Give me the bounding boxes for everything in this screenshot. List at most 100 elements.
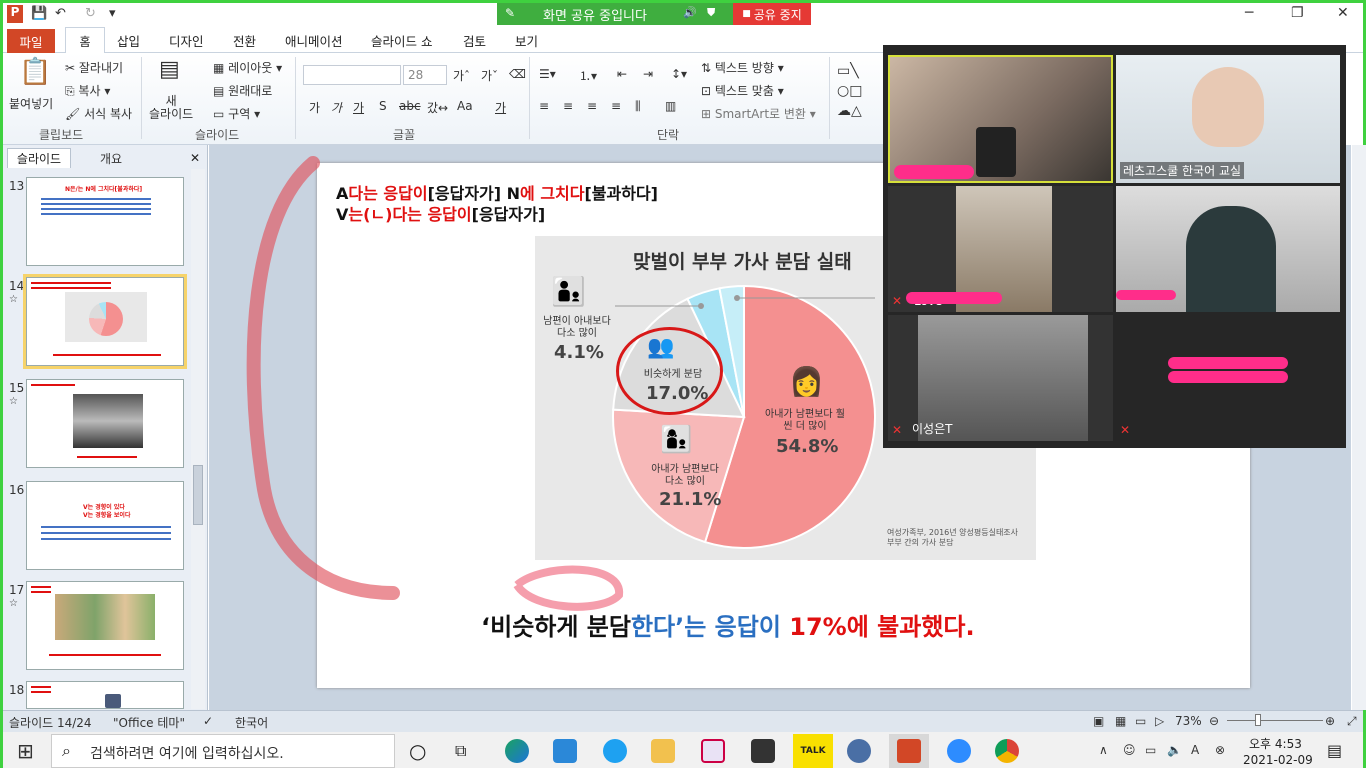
- edge-icon[interactable]: [505, 739, 529, 763]
- clock-date[interactable]: 2021-02-09: [1243, 753, 1313, 767]
- powerpoint-taskbar-button[interactable]: [889, 734, 929, 768]
- cortana-icon[interactable]: ○: [409, 739, 426, 763]
- store-icon[interactable]: [751, 739, 775, 763]
- slide-thumbnail-13[interactable]: N은/는 N에 그치다[불과하다]: [26, 177, 184, 266]
- windows-start-icon[interactable]: ⊞: [17, 739, 34, 763]
- spellcheck-icon[interactable]: ✓: [203, 714, 213, 728]
- zoom-slider[interactable]: [1227, 720, 1323, 721]
- language-indicator[interactable]: 한국어: [235, 714, 268, 731]
- save-icon[interactable]: 💾: [31, 6, 47, 21]
- file-explorer-icon[interactable]: [651, 739, 675, 763]
- justify-icon[interactable]: ≡: [611, 99, 621, 113]
- show-hidden-icons-icon[interactable]: ∧: [1099, 743, 1108, 757]
- shadow-button[interactable]: S: [379, 99, 387, 113]
- network-icon[interactable]: ⊗: [1215, 743, 1225, 757]
- font-color-button[interactable]: 가: [495, 99, 506, 116]
- grow-font-icon[interactable]: 가ˆ: [453, 67, 470, 84]
- layout-button[interactable]: ▦ 레이아웃 ▾: [213, 59, 282, 76]
- mail-icon[interactable]: [553, 739, 577, 763]
- slide-thumbnail-15[interactable]: [26, 379, 184, 468]
- char-spacing-button[interactable]: 갔↔: [427, 99, 448, 116]
- bold-button[interactable]: 가: [309, 99, 320, 116]
- ime-icon[interactable]: A: [1191, 743, 1199, 757]
- text-align-button[interactable]: ⊡ 텍스트 맞춤 ▾: [701, 82, 784, 99]
- section-button[interactable]: ▭ 구역 ▾: [213, 105, 260, 122]
- slide-thumbnail-17[interactable]: [26, 581, 184, 670]
- font-size-field[interactable]: 28: [403, 65, 447, 85]
- align-right-icon[interactable]: ≡: [587, 99, 597, 113]
- paste-icon[interactable]: 📋: [19, 57, 51, 87]
- new-slide-icon[interactable]: ▤: [159, 57, 180, 82]
- italic-button[interactable]: 가: [331, 99, 342, 116]
- change-case-button[interactable]: Aa: [457, 99, 473, 113]
- undo-icon[interactable]: ↶: [55, 6, 66, 21]
- tab-transitions[interactable]: 전환: [233, 31, 256, 50]
- battery-icon[interactable]: ▭: [1145, 743, 1156, 757]
- volume-icon[interactable]: 🔈: [1167, 743, 1182, 757]
- close-panel-icon[interactable]: ✕: [187, 148, 203, 168]
- clear-format-icon[interactable]: ⌫: [509, 67, 526, 81]
- format-painter-button[interactable]: 🖌 서식 복사: [65, 105, 132, 122]
- video-tile-4[interactable]: [1116, 186, 1340, 312]
- slide-thumbnail-18[interactable]: [26, 681, 184, 709]
- stop-share-button[interactable]: ■ 공유 중지: [733, 3, 811, 25]
- tab-design[interactable]: 디자인: [169, 31, 204, 50]
- decrease-indent-icon[interactable]: ⇤: [617, 67, 627, 81]
- customize-quick-access-icon[interactable]: ▾: [109, 6, 116, 21]
- align-left-icon[interactable]: ≡: [539, 99, 549, 113]
- slideshow-view-icon[interactable]: ▷: [1155, 714, 1164, 728]
- line-spacing-icon[interactable]: ↕▾: [671, 67, 687, 81]
- columns-icon[interactable]: ⫼: [635, 99, 641, 114]
- kakaotalk-icon[interactable]: TALK: [793, 734, 833, 768]
- shrink-font-icon[interactable]: 가ˇ: [481, 67, 498, 84]
- snipping-tool-icon[interactable]: [701, 739, 725, 763]
- close-button[interactable]: ✕: [1337, 5, 1349, 21]
- shapes-gallery[interactable]: ▭╲ ○□ ☁△: [837, 61, 862, 121]
- normal-view-icon[interactable]: ▣: [1093, 714, 1104, 728]
- tab-animations[interactable]: 애니메이션: [285, 31, 343, 50]
- video-tile-2[interactable]: 레츠고스쿨 한국어 교실: [1116, 55, 1340, 183]
- maximize-button[interactable]: ❐: [1291, 5, 1304, 21]
- new-slide-button[interactable]: 새 슬라이드: [149, 95, 193, 121]
- tab-file[interactable]: 파일: [7, 29, 55, 53]
- align-text-icon[interactable]: ▥: [665, 99, 676, 113]
- settings-gear-icon[interactable]: [847, 739, 871, 763]
- taskbar-search-box[interactable]: ⌕ 검색하려면 여기에 입력하십시오.: [51, 734, 395, 768]
- tab-insert[interactable]: 삽입: [117, 31, 140, 50]
- tab-slideshow[interactable]: 슬라이드 쇼: [371, 31, 432, 50]
- slides-panel-scrollbar[interactable]: [191, 169, 205, 709]
- scroll-thumb[interactable]: [193, 465, 203, 525]
- fit-slide-icon[interactable]: ⤢: [1347, 714, 1357, 729]
- font-name-field[interactable]: [303, 65, 401, 85]
- ie-icon[interactable]: [603, 739, 627, 763]
- smartart-button[interactable]: ⊞ SmartArt로 변환 ▾: [701, 105, 816, 122]
- copy-button[interactable]: ⎘ 복사 ▾: [65, 82, 110, 99]
- chrome-icon[interactable]: [995, 739, 1019, 763]
- bullets-icon[interactable]: ☰▾: [539, 67, 556, 81]
- paste-button[interactable]: 붙여넣기: [9, 95, 53, 112]
- speaker-icon[interactable]: 🔊: [683, 6, 697, 19]
- align-center-icon[interactable]: ≡: [563, 99, 573, 113]
- tab-home[interactable]: 홈: [65, 27, 105, 54]
- minimize-button[interactable]: ─: [1245, 5, 1253, 21]
- pin-icon[interactable]: ✎: [505, 6, 515, 20]
- video-tile-1[interactable]: [888, 55, 1113, 183]
- zoom-slider-handle[interactable]: [1255, 714, 1261, 726]
- video-tile-5[interactable]: 이성은T ✕: [888, 315, 1113, 441]
- task-view-icon[interactable]: ⧉: [455, 741, 466, 761]
- tab-slides[interactable]: 슬라이드: [7, 148, 71, 168]
- numbering-icon[interactable]: ⒈▾: [579, 67, 597, 84]
- zoom-level[interactable]: 73%: [1175, 714, 1202, 728]
- reading-view-icon[interactable]: ▭: [1135, 714, 1146, 728]
- zoom-out-icon[interactable]: ⊖: [1209, 714, 1219, 728]
- notification-icon[interactable]: ▤: [1327, 741, 1342, 760]
- people-icon[interactable]: ☺: [1123, 743, 1136, 757]
- increase-indent-icon[interactable]: ⇥: [643, 67, 653, 81]
- video-tile-6[interactable]: ✕: [1116, 315, 1340, 441]
- clock-time[interactable]: 오후 4:53: [1249, 735, 1302, 752]
- video-call-window[interactable]: 레츠고스쿨 한국어 교실 Love ✕ 이성은T ✕ ✕: [883, 45, 1346, 448]
- underline-button[interactable]: 가: [353, 99, 364, 116]
- zoom-in-icon[interactable]: ⊕: [1325, 714, 1335, 728]
- zoom-app-icon[interactable]: [947, 739, 971, 763]
- slide-thumbnail-14[interactable]: [23, 274, 187, 369]
